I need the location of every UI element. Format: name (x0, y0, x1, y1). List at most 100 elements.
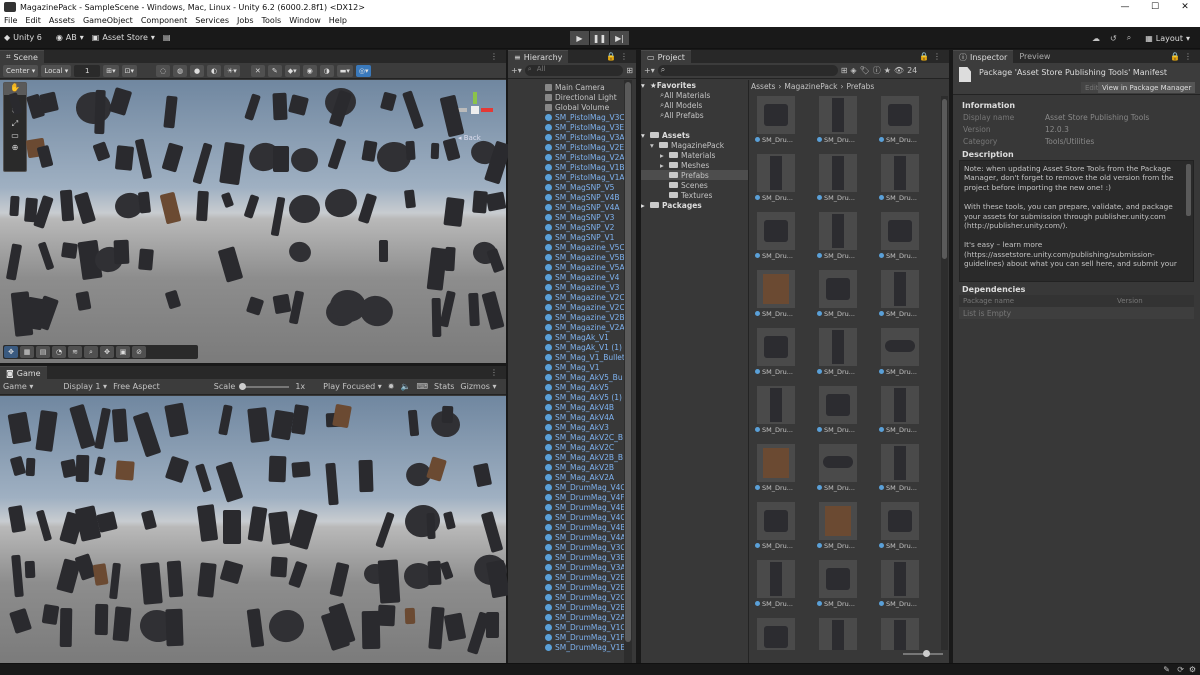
project-search-input[interactable]: ⌕ (657, 65, 838, 76)
tab-inspector[interactable]: ⓘ Inspector (953, 50, 1014, 63)
frame-debugger-icon[interactable]: ✹ (388, 382, 395, 391)
menu-edit[interactable]: Edit (21, 16, 45, 25)
hierarchy-item[interactable]: SM_DrumMag_V3A› (508, 562, 636, 572)
prefab-thumbnail[interactable]: SM_Dru... (755, 386, 797, 438)
hierarchy-item[interactable]: Directional Light (508, 92, 636, 102)
visibility-icon[interactable]: 👁 (894, 66, 904, 75)
prefab-thumbnail[interactable]: SM_Dru... (755, 154, 797, 206)
search-icon[interactable]: ⌕ (1127, 33, 1131, 43)
hierarchy-item[interactable]: SM_DrumMag_V1E› (508, 642, 636, 652)
prefab-thumbnail[interactable]: SM_Dru... (755, 618, 797, 650)
favorite-all-materials[interactable]: ⌕ All Materials (641, 90, 748, 100)
prefab-thumbnail[interactable]: SM_Dru... (755, 444, 797, 496)
rect-tool-icon[interactable]: ▭ (4, 131, 26, 143)
draw-mode-shaded-icon[interactable]: ● (190, 64, 204, 77)
description-scrollbar[interactable] (1186, 164, 1191, 216)
lighting-toggle-icon[interactable]: ☀▾ (224, 64, 240, 77)
hierarchy-item[interactable]: SM_MagSNP_V1› (508, 232, 636, 242)
hierarchy-item[interactable]: SM_Mag_AkV2C_B› (508, 432, 636, 442)
panel-menu-icon[interactable]: ⋮ (490, 52, 502, 61)
breadcrumb-assets[interactable]: Assets (751, 82, 775, 91)
no-icon[interactable]: ⊘ (132, 346, 146, 358)
audio-toggle-icon[interactable]: ✕ (250, 64, 265, 77)
fx-toggle-icon[interactable]: ✎ (267, 64, 282, 77)
hierarchy-item[interactable]: SM_Magazine_V5B› (508, 252, 636, 262)
minimize-button[interactable]: — (1110, 2, 1140, 12)
menu-assets[interactable]: Assets (45, 16, 79, 25)
lock-icon[interactable]: 🔒⋮ (606, 52, 632, 61)
hierarchy-item[interactable]: Global Volume (508, 102, 636, 112)
hierarchy-item[interactable]: SM_MagAk_V1› (508, 332, 636, 342)
space-dropdown[interactable]: Local ▾ (41, 64, 72, 77)
increment-snap-icon[interactable]: ▤ (36, 346, 50, 358)
camera-settings-icon[interactable]: ▬▾ (336, 64, 353, 77)
hierarchy-item[interactable]: SM_PistolMag_V3C› (508, 112, 636, 122)
hierarchy-item[interactable]: SM_MagSNP_V5› (508, 182, 636, 192)
hierarchy-item[interactable]: SM_Magazine_V5C› (508, 242, 636, 252)
thumbnail-size-slider[interactable] (903, 650, 943, 657)
prefab-thumbnail[interactable]: SM_Dru... (817, 96, 859, 148)
screenshot-icon[interactable]: ▣ (116, 346, 130, 358)
hierarchy-item[interactable]: SM_Mag_AkV4A› (508, 412, 636, 422)
hierarchy-item[interactable]: SM_DrumMag_V1C› (508, 622, 636, 632)
tab-project[interactable]: ▭ Project (641, 50, 691, 63)
hierarchy-item[interactable]: SM_Magazine_V2B› (508, 312, 636, 322)
menu-help[interactable]: Help (325, 16, 351, 25)
scene-filter-icon[interactable]: ⊞ (626, 66, 633, 75)
layout-dropdown[interactable]: ▦ Layout ▾ (1141, 31, 1194, 45)
prefab-thumbnail[interactable]: SM_Dru... (879, 502, 921, 554)
hierarchy-item[interactable]: SM_DrumMag_V3C› (508, 542, 636, 552)
favorite-star-icon[interactable]: ★ (884, 66, 891, 75)
asset-grid-scrollbar[interactable] (941, 96, 948, 650)
hierarchy-item[interactable]: SM_Magazine_V3› (508, 282, 636, 292)
description-textarea[interactable]: Note: when updating Asset Store Tools fr… (959, 160, 1194, 282)
pivot-dropdown[interactable]: Center ▾ (3, 64, 39, 77)
prefab-thumbnail[interactable]: SM_Dru... (879, 212, 921, 264)
hierarchy-item[interactable]: SM_Magazine_V2C› (508, 302, 636, 312)
hierarchy-item[interactable]: SM_PistolMag_V1B› (508, 162, 636, 172)
tab-hierarchy[interactable]: ≡ Hierarchy (508, 50, 569, 63)
aspect-dropdown[interactable]: Free Aspect (113, 382, 160, 391)
draw-mode-wire-icon[interactable]: ◌ (156, 64, 170, 77)
hierarchy-item[interactable]: SM_Mag_V1_Bullet› (508, 352, 636, 362)
hierarchy-item[interactable]: SM_DrumMag_V4E› (508, 502, 636, 512)
prefab-thumbnail[interactable]: SM_Dru... (817, 212, 859, 264)
account-button[interactable]: ◉ AB ▾ (52, 31, 88, 45)
hierarchy-item[interactable]: SM_DrumMag_V2E› (508, 582, 636, 592)
menu-window[interactable]: Window (285, 16, 325, 25)
menu-jobs[interactable]: Jobs (233, 16, 258, 25)
prefabs-folder[interactable]: Prefabs (641, 170, 748, 180)
version-control-button[interactable]: ▤ (159, 31, 175, 45)
hierarchy-item[interactable]: SM_MagAk_V1 (1)› (508, 342, 636, 352)
prefab-thumbnail[interactable]: SM_Dru... (817, 618, 859, 650)
prefab-thumbnail[interactable]: SM_Dru... (879, 560, 921, 612)
gizmos-button[interactable]: Gizmos ▾ (460, 382, 496, 391)
play-focused-dropdown[interactable]: Play Focused ▾ (323, 382, 382, 391)
scene-viewport[interactable]: ✋ ✥ ↻ ⤢ ▭ ⊕ ◂ Back ✥ ▦ ▤ ◔ ≋ ⌕ ✥ ▣ ⊘ (0, 80, 512, 363)
scenes-folder[interactable]: Scenes (641, 180, 748, 190)
zoom-icon[interactable]: ⌕ (84, 346, 98, 358)
meshes-folder[interactable]: ▸ Meshes (641, 160, 748, 170)
prefab-thumbnail[interactable]: SM_Dru... (817, 270, 859, 322)
stats-button[interactable]: Stats (434, 382, 454, 391)
close-button[interactable]: ✕ (1170, 2, 1200, 12)
create-icon[interactable]: +▾ (644, 66, 655, 75)
hierarchy-item[interactable]: SM_MagSNP_V4A› (508, 202, 636, 212)
prefab-thumbnail[interactable]: SM_Dru... (755, 502, 797, 554)
hierarchy-item[interactable]: SM_DrumMag_V4B› (508, 522, 636, 532)
favorite-all-models[interactable]: ⌕ All Models (641, 100, 748, 110)
breadcrumb-magazinepack[interactable]: MagazinePack (784, 82, 837, 91)
progress-icon[interactable]: ⟳ (1177, 665, 1184, 674)
pause-button[interactable]: ❚❚ (590, 31, 609, 45)
play-button[interactable]: ▶ (570, 31, 589, 45)
view-in-package-manager-button[interactable]: View in Package Manager (1098, 82, 1196, 93)
hierarchy-item[interactable]: SM_Mag_AkV2C› (508, 442, 636, 452)
prefab-thumbnail[interactable]: SM_Dru... (755, 328, 797, 380)
hierarchy-item[interactable]: SM_Magazine_V5A› (508, 262, 636, 272)
prefab-thumbnail[interactable]: SM_Dru... (879, 328, 921, 380)
asset-store-button[interactable]: ▣ Asset Store ▾ (88, 31, 159, 45)
hierarchy-item[interactable]: SM_DrumMag_V1F› (508, 632, 636, 642)
grid-snap-button[interactable]: ⊞▾ (103, 64, 119, 77)
grid-overlay-icon[interactable]: ▦ (20, 346, 34, 358)
gizmos-dropdown[interactable]: ◎▾ (355, 64, 372, 77)
